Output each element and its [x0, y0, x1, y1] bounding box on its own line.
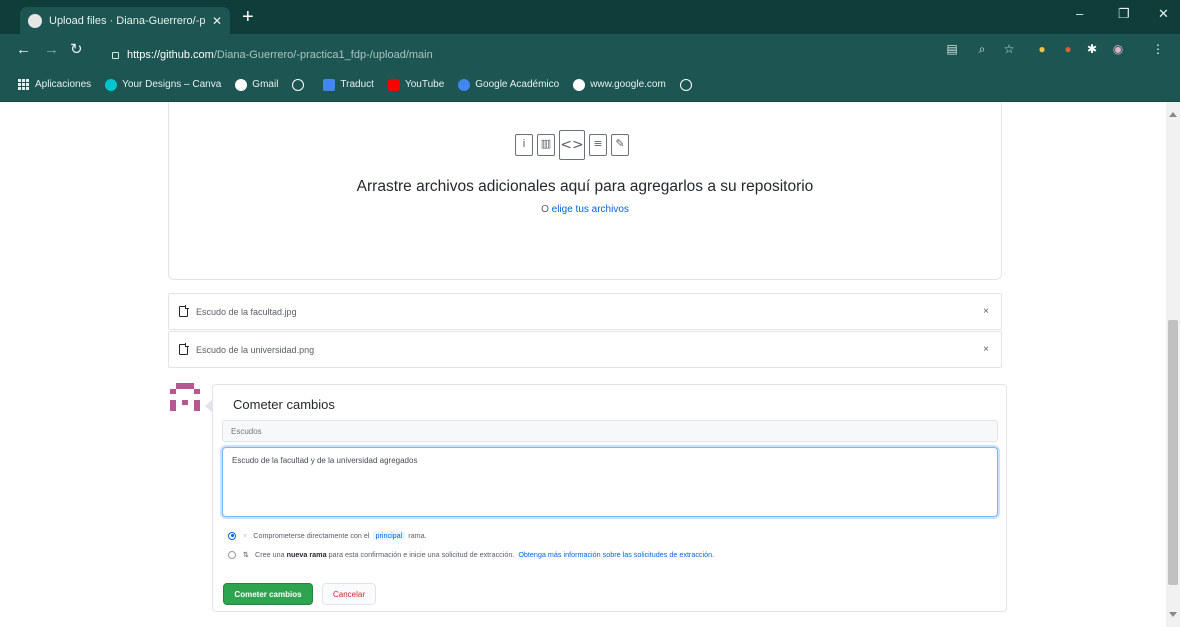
remove-file-icon[interactable]: × — [983, 306, 989, 317]
translate-page-icon[interactable]: ▤ — [944, 41, 960, 57]
learn-more-pull-requests-link[interactable]: Obtenga más información sobre las solici… — [518, 550, 714, 559]
close-window-button[interactable]: ✕ — [1158, 6, 1169, 22]
bookmark-item[interactable]: www.google.com — [573, 78, 666, 91]
bookmark-label: Aplicaciones — [35, 79, 92, 90]
file-name: Escudo de la facultad.jpg — [196, 306, 297, 317]
upload-subtitle: O elige tus archivos — [168, 204, 1002, 215]
address-bar[interactable]: https://github.com /Diana-Guerrero/-prac… — [112, 46, 932, 64]
bookmark-label: Gmail — [252, 79, 279, 90]
bookmark-item[interactable]: Your Designs – Canva — [105, 78, 222, 91]
url-path: /Diana-Guerrero/-practica1_fdp-/upload/m… — [213, 49, 433, 61]
option-new-bold: nueva rama — [286, 550, 327, 559]
radio-direct-commit[interactable] — [228, 531, 236, 540]
new-tab-button[interactable]: + — [242, 7, 254, 27]
commit-title: Cometer cambios — [233, 397, 335, 412]
menu-kebab-icon[interactable]: ⋮ — [1150, 41, 1166, 57]
github-favicon-icon — [28, 13, 42, 28]
bookmark-item[interactable] — [679, 78, 697, 91]
apps-grid-icon — [18, 79, 29, 90]
option-new-suffix: para esta confirmación e inicie una soli… — [328, 550, 515, 559]
bookmark-star-icon[interactable]: ☆ — [1001, 41, 1017, 57]
uploaded-file-row: Escudo de la facultad.jpg × — [168, 293, 1002, 330]
commit-summary-input[interactable] — [222, 420, 998, 442]
bookmark-item[interactable] — [292, 78, 309, 91]
translate-icon — [323, 78, 336, 91]
bookmark-label: www.google.com — [590, 79, 666, 90]
bookmark-item[interactable]: YouTube — [387, 78, 445, 91]
zoom-icon[interactable]: ⌕ — [974, 41, 990, 57]
commit-direct-option[interactable]: ◦ Comprometerse directamente con el prin… — [228, 531, 427, 540]
globe-icon — [679, 78, 692, 91]
forward-arrow-icon[interactable]: → — [44, 42, 59, 58]
remove-file-icon[interactable]: × — [983, 344, 989, 355]
pdf-file-icon: ✎ — [611, 134, 629, 156]
commit-description-textarea[interactable]: Escudo de la facultad y de la universida… — [222, 447, 998, 517]
bookmark-label: Traduct — [340, 79, 374, 90]
text-file-icon: i — [515, 134, 533, 156]
bookmark-item[interactable]: Traduct — [323, 78, 374, 91]
chart-file-icon: ▥ — [537, 134, 555, 156]
google-icon — [235, 78, 248, 91]
choose-files-link[interactable]: elige tus archivos — [552, 204, 629, 215]
pull-request-icon: ⇅ — [243, 550, 250, 559]
file-type-icons: i ▥ <> ≡ ✎ — [515, 130, 629, 160]
tab-close-icon[interactable]: ✕ — [212, 14, 222, 28]
back-arrow-icon[interactable]: ← — [16, 42, 31, 58]
scroll-up-icon[interactable] — [1169, 112, 1177, 117]
option-new-prefix: Cree una — [255, 550, 285, 559]
extension-icon[interactable]: ● — [1060, 41, 1076, 57]
browser-tab[interactable]: Upload files · Diana-Guerrero/-p ✕ — [20, 7, 230, 34]
avatar — [170, 383, 200, 411]
bookmark-item[interactable]: Google Académico — [458, 78, 560, 91]
file-icon — [179, 305, 189, 317]
branch-name: principal — [372, 531, 406, 540]
url-host: https://github.com — [127, 49, 214, 61]
extension-icon[interactable]: ● — [1034, 41, 1050, 57]
google-icon — [573, 78, 586, 91]
option-direct-prefix: Comprometerse directamente con el — [253, 531, 370, 540]
maximize-button[interactable]: ❐ — [1118, 6, 1130, 22]
file-name: Escudo de la universidad.png — [196, 344, 315, 355]
commit-new-branch-option[interactable]: ⇅ Cree una nueva rama para esta confirma… — [228, 550, 714, 559]
option-direct-suffix: rama. — [408, 531, 427, 540]
youtube-icon — [387, 78, 400, 91]
scholar-icon — [458, 78, 471, 91]
bookmarks-bar: Aplicaciones Your Designs – Canva Gmail … — [0, 68, 1180, 102]
scroll-down-icon[interactable] — [1169, 612, 1177, 617]
canva-icon — [105, 78, 118, 91]
cancel-button[interactable]: Cancelar — [322, 583, 376, 605]
reload-icon[interactable]: ↻ — [70, 42, 83, 58]
upload-subtitle-prefix: O — [541, 204, 552, 215]
scrollbar-thumb[interactable] — [1168, 320, 1178, 585]
tab-title: Upload files · Diana-Guerrero/-p — [49, 14, 206, 27]
profile-avatar-icon[interactable]: ◉ — [1110, 41, 1126, 57]
code-file-icon: <> — [559, 130, 585, 160]
globe-icon — [292, 78, 305, 91]
upload-title: Arrastre archivos adicionales aquí para … — [356, 178, 814, 195]
file-icon — [179, 343, 189, 355]
lock-icon — [112, 51, 119, 59]
tab-bar: Upload files · Diana-Guerrero/-p ✕ + – ❐… — [0, 0, 1180, 34]
bookmark-item[interactable]: Gmail — [235, 78, 279, 91]
extensions-puzzle-icon[interactable]: ✱ — [1084, 41, 1100, 57]
commit-changes-button[interactable]: Cometer cambios — [223, 583, 313, 605]
bookmark-label: Your Designs – Canva — [122, 79, 222, 90]
minimize-button[interactable]: – — [1076, 6, 1083, 21]
uploaded-file-row: Escudo de la universidad.png × — [168, 331, 1002, 368]
bookmark-label: YouTube — [404, 79, 445, 90]
bookmark-item[interactable]: Aplicaciones — [18, 79, 91, 90]
commit-icon: ◦ — [243, 531, 248, 540]
radio-new-branch[interactable] — [228, 550, 236, 559]
bookmark-label: Google Académico — [475, 79, 560, 90]
document-file-icon: ≡ — [589, 134, 607, 156]
